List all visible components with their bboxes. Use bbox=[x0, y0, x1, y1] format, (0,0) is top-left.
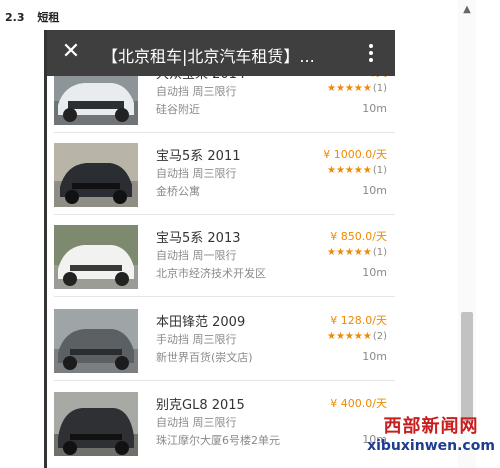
car-specs: 自动挡 周三限行 bbox=[156, 416, 237, 429]
scrollbar-thumb[interactable] bbox=[461, 312, 473, 422]
distance: 10m bbox=[362, 350, 387, 363]
car-photo bbox=[54, 309, 138, 373]
pickup-location: 新世界百货(崇文店) bbox=[156, 351, 253, 364]
star-rating-icon: ★★★★★ bbox=[327, 247, 372, 258]
daily-price: ¥ 850.0/天 bbox=[330, 230, 387, 243]
car-model: 宝马5系 2013 bbox=[156, 231, 241, 246]
app-screenshot: 大众宝来 2014 ¥ 205.0/天 自动挡 周三限行 ★★★★★(1) 硅谷… bbox=[47, 30, 395, 468]
scroll-up-arrow-icon[interactable]: ▲ bbox=[460, 4, 474, 16]
car-photo bbox=[54, 225, 138, 289]
star-rating-icon: ★★★★★ bbox=[327, 165, 372, 176]
distance: 10m bbox=[362, 102, 387, 115]
pickup-location: 硅谷附近 bbox=[156, 103, 200, 116]
rating: ★★★★★(1) bbox=[327, 247, 387, 258]
car-model: 别克GL8 2015 bbox=[156, 398, 245, 413]
car-specs: 手动挡 周三限行 bbox=[156, 333, 237, 346]
star-rating-icon: ★★★★★ bbox=[327, 83, 372, 94]
distance: 10m bbox=[362, 184, 387, 197]
section-number: 2.3 bbox=[5, 11, 25, 24]
list-divider bbox=[54, 296, 395, 297]
rating-count: (1) bbox=[372, 247, 387, 258]
rating-count: (1) bbox=[372, 83, 387, 94]
listing-item[interactable]: 本田锋范 2009 ¥ 128.0/天 手动挡 周三限行 ★★★★★(2) 新世… bbox=[47, 309, 395, 381]
daily-price: ¥ 1000.0/天 bbox=[323, 148, 387, 161]
document-scrollbar[interactable]: ▲ bbox=[458, 0, 476, 468]
star-rating-icon: ★★★★★ bbox=[327, 331, 372, 342]
car-specs: 自动挡 周三限行 bbox=[156, 85, 237, 98]
daily-price: ¥ 128.0/天 bbox=[330, 314, 387, 327]
car-model: 本田锋范 2009 bbox=[156, 315, 246, 330]
pickup-location: 金桥公寓 bbox=[156, 185, 200, 198]
distance: 10m bbox=[362, 266, 387, 279]
section-title: 短租 bbox=[37, 11, 60, 24]
watermark: 西部新闻网 xibuxinwen.com bbox=[366, 412, 496, 454]
watermark-url: xibuxinwen.com bbox=[367, 438, 495, 454]
listing-item[interactable]: 宝马5系 2013 ¥ 850.0/天 自动挡 周一限行 ★★★★★(1) 北京… bbox=[47, 225, 395, 297]
rating-count: (1) bbox=[372, 165, 387, 176]
pickup-location: 北京市经济技术开发区 bbox=[156, 267, 266, 280]
list-divider bbox=[54, 380, 395, 381]
close-icon[interactable]: ✕ bbox=[59, 39, 83, 65]
pickup-location: 珠江摩尔大厦6号楼2单元 bbox=[156, 434, 280, 447]
list-divider bbox=[54, 132, 395, 133]
app-toolbar: ✕ 【北京租车|北京汽车租赁】... bbox=[47, 30, 395, 76]
more-vert-icon[interactable] bbox=[361, 39, 381, 67]
car-model: 宝马5系 2011 bbox=[156, 149, 241, 164]
rating-count: (2) bbox=[372, 331, 387, 342]
page-title: 【北京租车|北京汽车租赁】... bbox=[102, 47, 315, 66]
car-photo bbox=[54, 143, 138, 207]
rating: ★★★★★(1) bbox=[327, 83, 387, 94]
rating: ★★★★★(2) bbox=[327, 331, 387, 342]
rating: ★★★★★(1) bbox=[327, 165, 387, 176]
watermark-name: 西部新闻网 bbox=[383, 416, 479, 437]
car-photo bbox=[54, 392, 138, 456]
list-divider bbox=[54, 214, 395, 215]
car-specs: 自动挡 周三限行 bbox=[156, 167, 237, 180]
listing-item[interactable]: 别克GL8 2015 ¥ 400.0/天 自动挡 周三限行 珠江摩尔大厦6号楼2… bbox=[47, 392, 395, 464]
daily-price: ¥ 400.0/天 bbox=[330, 397, 387, 410]
listing-item[interactable]: 宝马5系 2011 ¥ 1000.0/天 自动挡 周三限行 ★★★★★(1) 金… bbox=[47, 143, 395, 215]
section-heading: 2.3 短租 bbox=[5, 9, 59, 25]
car-specs: 自动挡 周一限行 bbox=[156, 249, 237, 262]
